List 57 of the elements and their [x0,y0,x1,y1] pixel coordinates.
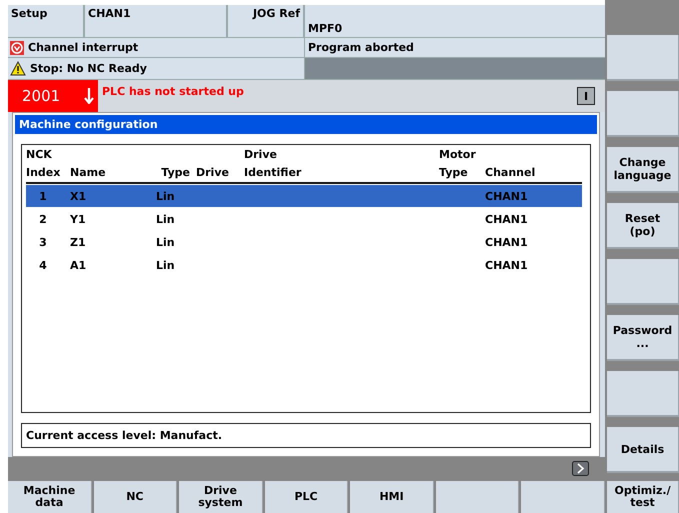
blank-softkey[interactable] [607,371,679,417]
column-header: Index [26,166,62,179]
column-header: NCK [26,148,53,161]
table-cell-text: A1 [70,258,88,272]
softkey[interactable]: Change language [607,147,679,193]
blank-softkey[interactable] [436,481,520,513]
axis-row[interactable]: 4 A1 Lin CHAN1 [26,254,582,276]
column-header: Type [160,166,190,179]
softkey[interactable]: Drive system [179,481,263,513]
table-cell-text: 1 [38,190,48,202]
column-header: Type [439,166,469,179]
softkey[interactable]: Optimiz./ test [607,481,679,513]
table-cell-text: X1 [70,190,88,202]
table-cell-text: 4 [38,258,48,272]
stop-icon [10,40,24,54]
blank-softkey[interactable] [607,91,679,137]
table-cell-text: Lin [155,258,176,272]
acknowledge-button[interactable]: I [577,87,595,105]
table-cell-text: Lin [155,190,176,202]
table-cell-text: Lin [155,236,176,248]
column-header: Identifier [244,166,302,179]
blank-softkey[interactable] [607,259,679,305]
softkey[interactable]: Password ... [607,315,679,361]
axis-row[interactable]: 1 X1 Lin CHAN1 [26,185,582,207]
table-cell-text: Y1 [70,212,87,226]
column-header: Channel [485,166,536,179]
panel-title: Machine configuration [15,115,597,134]
column-header: Drive [196,166,230,179]
column-header: Drive [244,148,278,161]
table-cell-text: Lin [155,212,176,226]
table-cell-text: CHAN1 [485,212,529,226]
alarm-number: 2001 [22,87,60,105]
channel-status: Channel interrupt [28,41,138,54]
column-header: Name [70,166,107,179]
softkey[interactable]: HMI [350,481,434,513]
table-cell-text: CHAN1 [485,190,529,202]
softkey[interactable]: Machine data [8,481,92,513]
softkey[interactable]: Details [607,427,679,473]
blank-softkey[interactable] [607,35,679,81]
table-cell-text: Z1 [70,236,87,248]
table-cell-text: 3 [38,236,48,248]
access-level-text: Current access level: Manufact. [21,423,591,448]
axis-row[interactable]: 3 Z1 Lin CHAN1 [26,231,582,253]
down-arrow-icon [84,88,94,104]
alarm-text: PLC has not started up [101,84,245,100]
softkey[interactable]: PLC [264,481,348,513]
column-header: Motor [439,148,477,161]
axis-row[interactable]: 2 Y1 Lin CHAN1 [26,208,582,230]
next-icon[interactable] [572,461,589,476]
table-cell-text: CHAN1 [485,258,529,272]
table-cell-text: 2 [38,212,48,226]
stop-message: Stop: No NC Ready [30,62,147,75]
table-cell-text: CHAN1 [485,236,529,248]
softkey[interactable]: NC [94,481,178,513]
blank-softkey[interactable] [521,481,606,513]
warning-icon [10,61,26,76]
softkey[interactable]: Reset (po) [607,203,679,249]
